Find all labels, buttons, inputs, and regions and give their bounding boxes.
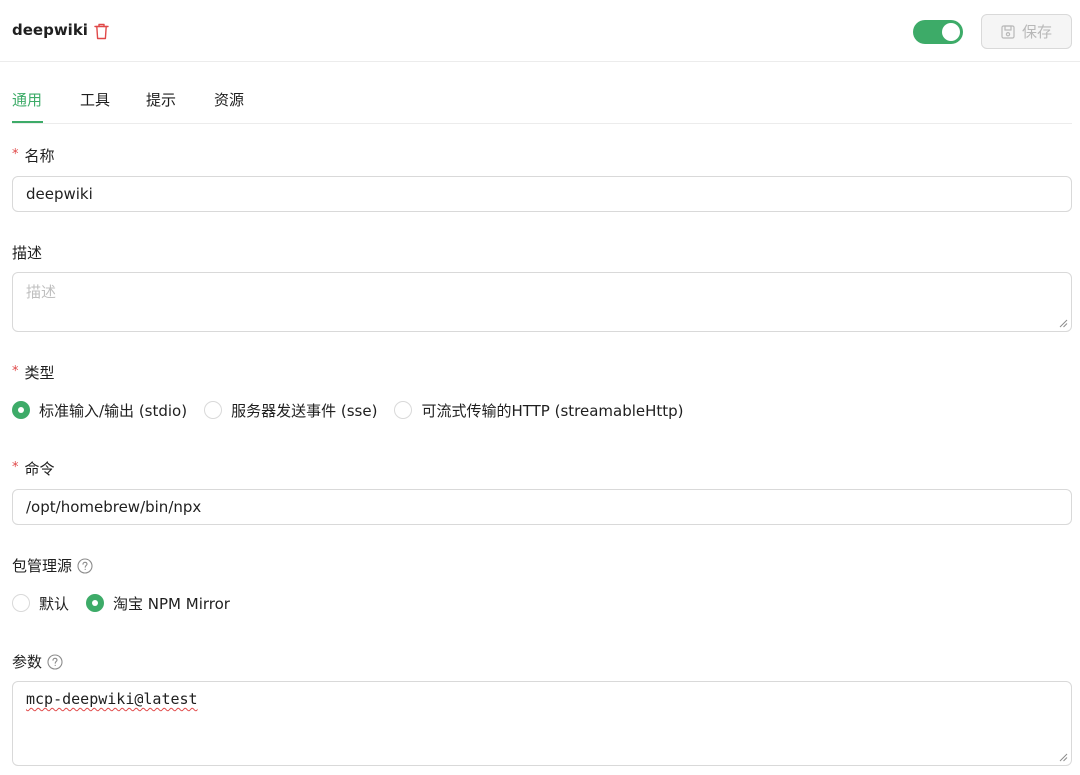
tab-general[interactable]: 通用 — [12, 89, 42, 110]
server-name-title: deepwiki — [12, 21, 88, 39]
type-label-row: * 类型 — [12, 362, 55, 383]
args-label: 参数 — [12, 653, 43, 671]
tab-bar: 通用 工具 提示 资源 — [12, 76, 1072, 124]
type-radio-sse[interactable]: 服务器发送事件 (sse) — [204, 400, 377, 421]
name-label-row: * 名称 — [12, 145, 55, 166]
trash-icon[interactable] — [94, 23, 109, 40]
type-radio-group: 标准输入/输出 (stdio) 服务器发送事件 (sse) 可流式传输的HTTP… — [12, 400, 701, 420]
type-option-label: 服务器发送事件 (sse) — [231, 401, 378, 420]
tab-prompts[interactable]: 提示 — [146, 89, 176, 110]
required-marker: * — [12, 147, 19, 162]
radio-circle — [12, 594, 30, 612]
question-circle-icon[interactable] — [77, 557, 93, 574]
description-label: 描述 — [12, 244, 43, 262]
registry-radio-taobao[interactable]: 淘宝 NPM Mirror — [86, 593, 230, 614]
radio-circle — [394, 401, 413, 419]
question-circle-icon[interactable] — [47, 653, 63, 670]
description-textarea[interactable]: 描述 — [12, 272, 1072, 332]
tab-tools[interactable]: 工具 — [80, 89, 110, 110]
name-label: 名称 — [24, 147, 55, 165]
save-icon — [1001, 24, 1015, 39]
resize-handle-icon[interactable] — [1059, 319, 1068, 328]
header-bar: deepwiki 保存 — [0, 0, 1080, 62]
args-label-row: 参数 — [12, 651, 63, 672]
type-option-label: 可流式传输的HTTP (streamableHttp) — [421, 401, 684, 420]
type-option-label: 标准输入/输出 (stdio) — [39, 401, 188, 420]
required-marker: * — [12, 364, 19, 379]
type-radio-stdio[interactable]: 标准输入/输出 (stdio) — [12, 400, 187, 421]
active-tab-indicator — [12, 121, 43, 123]
radio-circle — [86, 594, 105, 612]
required-marker: * — [12, 460, 19, 475]
toggle-knob — [942, 23, 960, 41]
command-label: 命令 — [24, 460, 55, 478]
args-value: mcp-deepwiki@latest — [26, 690, 198, 708]
tab-resources[interactable]: 资源 — [214, 89, 244, 110]
save-button[interactable]: 保存 — [981, 14, 1072, 49]
name-input[interactable]: deepwiki — [12, 176, 1072, 212]
save-button-label: 保存 — [1021, 23, 1052, 41]
registry-label-row: 包管理源 — [12, 555, 93, 576]
command-input-value: /opt/homebrew/bin/npx — [26, 498, 202, 516]
registry-option-label: 淘宝 NPM Mirror — [113, 594, 230, 613]
args-textarea[interactable]: mcp-deepwiki@latest — [12, 681, 1072, 766]
description-label-row: 描述 — [12, 242, 42, 263]
radio-circle — [12, 401, 30, 419]
command-label-row: * 命令 — [12, 458, 55, 479]
registry-label: 包管理源 — [12, 557, 73, 575]
type-label: 类型 — [24, 364, 55, 382]
resize-handle-icon[interactable] — [1059, 753, 1068, 762]
radio-circle — [204, 401, 223, 419]
name-input-value: deepwiki — [26, 185, 93, 203]
command-input[interactable]: /opt/homebrew/bin/npx — [12, 489, 1072, 525]
registry-radio-group: 默认 淘宝 NPM Mirror — [12, 593, 247, 613]
registry-radio-default[interactable]: 默认 — [12, 593, 69, 614]
enable-toggle[interactable] — [913, 20, 963, 44]
type-radio-streamable-http[interactable]: 可流式传输的HTTP (streamableHttp) — [394, 400, 684, 421]
registry-option-label: 默认 — [39, 594, 70, 613]
description-placeholder: 描述 — [26, 283, 57, 301]
